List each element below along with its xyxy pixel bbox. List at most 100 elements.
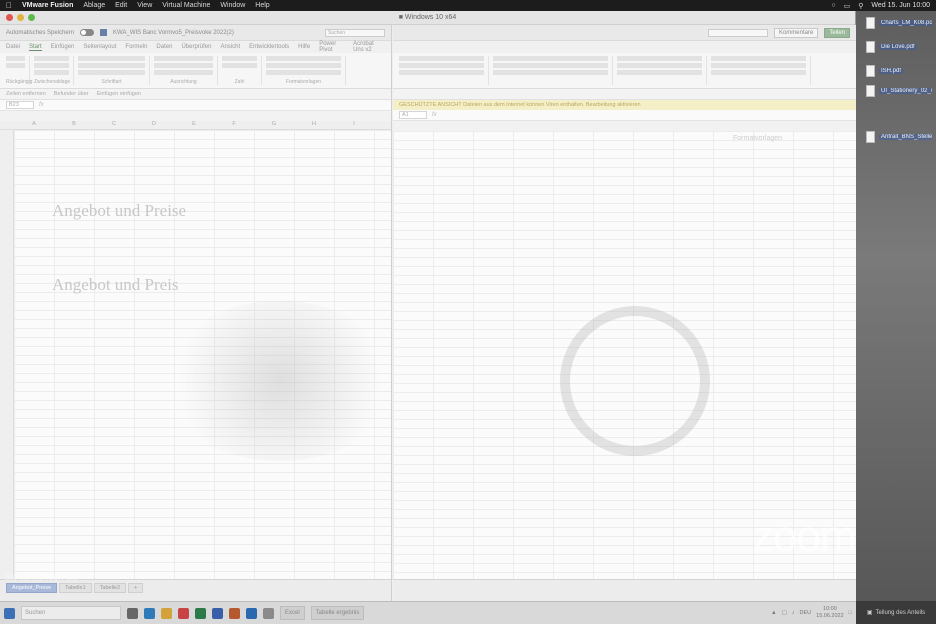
vm-titlebar: ■ Windows 10 x64 [0,11,855,25]
file-explorer-icon[interactable] [161,607,172,619]
share-button[interactable]: Teilen [824,27,850,38]
column-headers: ABCDEFGHI [0,121,391,130]
tab-power-pivot[interactable]: Power Pivot [319,41,344,53]
task-view-icon[interactable] [127,607,138,619]
sheet-tab-bar: Angebot_Preise Tabelle1 Tabelle2 + [0,579,391,601]
tab-developer[interactable]: Entwicklertools [249,44,289,50]
pdf-file-icon [866,85,875,97]
fx-icon[interactable]: fx [39,102,44,108]
menu-status-area: ○ ▭ ⚲ Wed 15. Jun 10:00 [831,2,930,10]
zoom-watermark: zoom [752,512,857,561]
desktop-file[interactable]: UI_Stationery_02_02.pdf [866,85,932,97]
outlook-icon[interactable] [246,607,257,619]
action-remove-rows[interactable]: Zeilen entfernen [6,91,46,97]
tab-acrobat[interactable]: Acrobat Uns v2 [353,41,385,53]
desktop-file[interactable]: Charts_LM_K08.pdf [866,17,932,29]
ribbon-group-right-4[interactable] [711,56,811,85]
chrome-icon[interactable] [178,607,189,619]
search-input-right[interactable] [707,28,768,37]
autosave-toggle[interactable] [80,29,95,36]
ribbon-group-right-2[interactable] [493,56,613,85]
menu-item-view[interactable]: View [137,2,152,9]
tab-page-layout[interactable]: Seitenlayout [83,44,116,50]
network-icon[interactable]: ▢ [782,610,787,616]
language-indicator[interactable]: DEU [800,610,812,616]
search-icon[interactable]: ⚲ [858,2,863,10]
ribbon-body: Rückgängig Zwischenablage Schriftart Aus… [0,53,391,89]
ribbon-group-right-3[interactable] [617,56,707,85]
lock-icon: ■ [398,14,403,21]
taskbar-clock[interactable]: 10:00 15.06.2022 [816,606,844,620]
fx-icon-right[interactable]: fx [432,112,437,118]
word-icon[interactable] [212,607,223,619]
chevron-up-icon[interactable]: ▲ [771,610,776,616]
excel-icon[interactable] [195,607,206,619]
vm-window: ■ Windows 10 x64 Automatisches Speichern… [0,11,856,601]
windows-start-icon[interactable] [4,607,15,619]
powerpoint-icon[interactable] [229,607,240,619]
menu-item-file[interactable]: Ablage [83,2,105,9]
menu-item-help[interactable]: Help [255,2,269,9]
zoom-share-bar[interactable]: ▣ Teilung des Anteils [856,601,936,624]
tab-review[interactable]: Überprüfen [181,44,211,50]
volume-icon[interactable]: ♪ [792,610,795,616]
comments-button[interactable]: Kommentare [773,27,819,38]
wifi-icon[interactable]: ○ [831,2,835,9]
formula-bar: B23 fx [0,100,391,111]
add-sheet-button[interactable]: + [128,583,144,593]
desktop-file[interactable]: ISH.pdf [866,65,932,77]
sheet-tab-offer-prices[interactable]: Angebot_Preise [6,583,58,593]
name-box-right[interactable]: A1 [399,111,427,119]
ribbon-group-number[interactable]: Zahl [222,56,262,85]
quick-actions-bar-right [393,89,856,100]
ribbon-group-right-1[interactable] [399,56,489,85]
ribbon-group-undo[interactable]: Rückgängig [6,56,32,85]
action-paste[interactable]: Einfügen einfügen [97,91,141,97]
zoom-share-label: Teilung des Anteils [875,609,926,616]
formula-bar-right: A1 fx [393,110,856,121]
notifications-icon[interactable]: □ [849,610,852,616]
action-find[interactable]: Befunder über [54,91,89,97]
apple-icon[interactable]:  [6,1,12,10]
sheet-heading-main: Angebot und Preis [52,275,179,294]
battery-icon[interactable]: ▭ [844,2,851,10]
sheet-tab-table2[interactable]: Tabelle2 [93,583,127,593]
system-tray: ▲ ▢ ♪ DEU 10:00 15.06.2022 □ [771,606,852,620]
menu-app-name[interactable]: VMware Fusion [22,2,73,9]
taskbar-search-input[interactable]: Suchen [21,606,121,620]
taskbar-task-excel[interactable]: Excel [280,606,305,620]
menu-clock[interactable]: Wed 15. Jun 10:00 [871,2,930,9]
protected-view-bar: GESCHÜTZTE ANSICHT Dateien aus dem Inter… [393,100,856,110]
windows-taskbar: Suchen Excel Tabelle ergebnis ▲ ▢ ♪ DEU … [0,601,856,624]
menu-item-virtual-machine[interactable]: Virtual Machine [162,2,210,9]
row-headers [0,130,14,579]
ribbon-group-clipboard[interactable]: Zwischenablage [34,56,74,85]
name-box[interactable]: B23 [6,101,34,109]
vm-title: ■ Windows 10 x64 [398,14,457,21]
ribbon-group-font[interactable]: Schriftart [78,56,150,85]
pdf-file-icon [866,41,875,53]
edge-icon[interactable] [144,607,155,619]
desktop-file[interactable]: Antrait_BNS_Stelle nmegen_AH_A.pdf [866,131,932,143]
sheet-tab-table1[interactable]: Tabelle1 [59,583,92,593]
ribbon-tabs-right [393,41,856,53]
menu-item-window[interactable]: Window [220,2,245,9]
document-title: KWA_WIS Banc Vormvo5_Preisvoke 2022(2) [113,29,234,36]
ghost-overlay-ring [560,306,710,456]
save-icon[interactable] [100,29,108,36]
protected-view-text: GESCHÜTZTE ANSICHT Dateien aus dem Inter… [399,102,641,108]
ribbon-group-alignment[interactable]: Ausrichtung [154,56,218,85]
tab-home[interactable]: Start [29,44,42,51]
settings-icon[interactable] [263,607,274,619]
tab-file[interactable]: Datei [6,44,20,50]
tab-help[interactable]: Hilfe [298,44,310,50]
menu-item-edit[interactable]: Edit [115,2,127,9]
tab-view[interactable]: Ansicht [220,44,240,50]
tab-insert[interactable]: Einfügen [51,44,75,50]
desktop-file[interactable]: Die Love.pdf [866,41,932,53]
taskbar-task-table[interactable]: Tabelle ergebnis [310,606,365,620]
tab-formulas[interactable]: Formeln [125,44,147,50]
ribbon-group-styles[interactable]: Formatvorlagen [266,56,346,85]
tab-data[interactable]: Daten [156,44,172,50]
search-input[interactable]: Suchen [325,28,385,37]
